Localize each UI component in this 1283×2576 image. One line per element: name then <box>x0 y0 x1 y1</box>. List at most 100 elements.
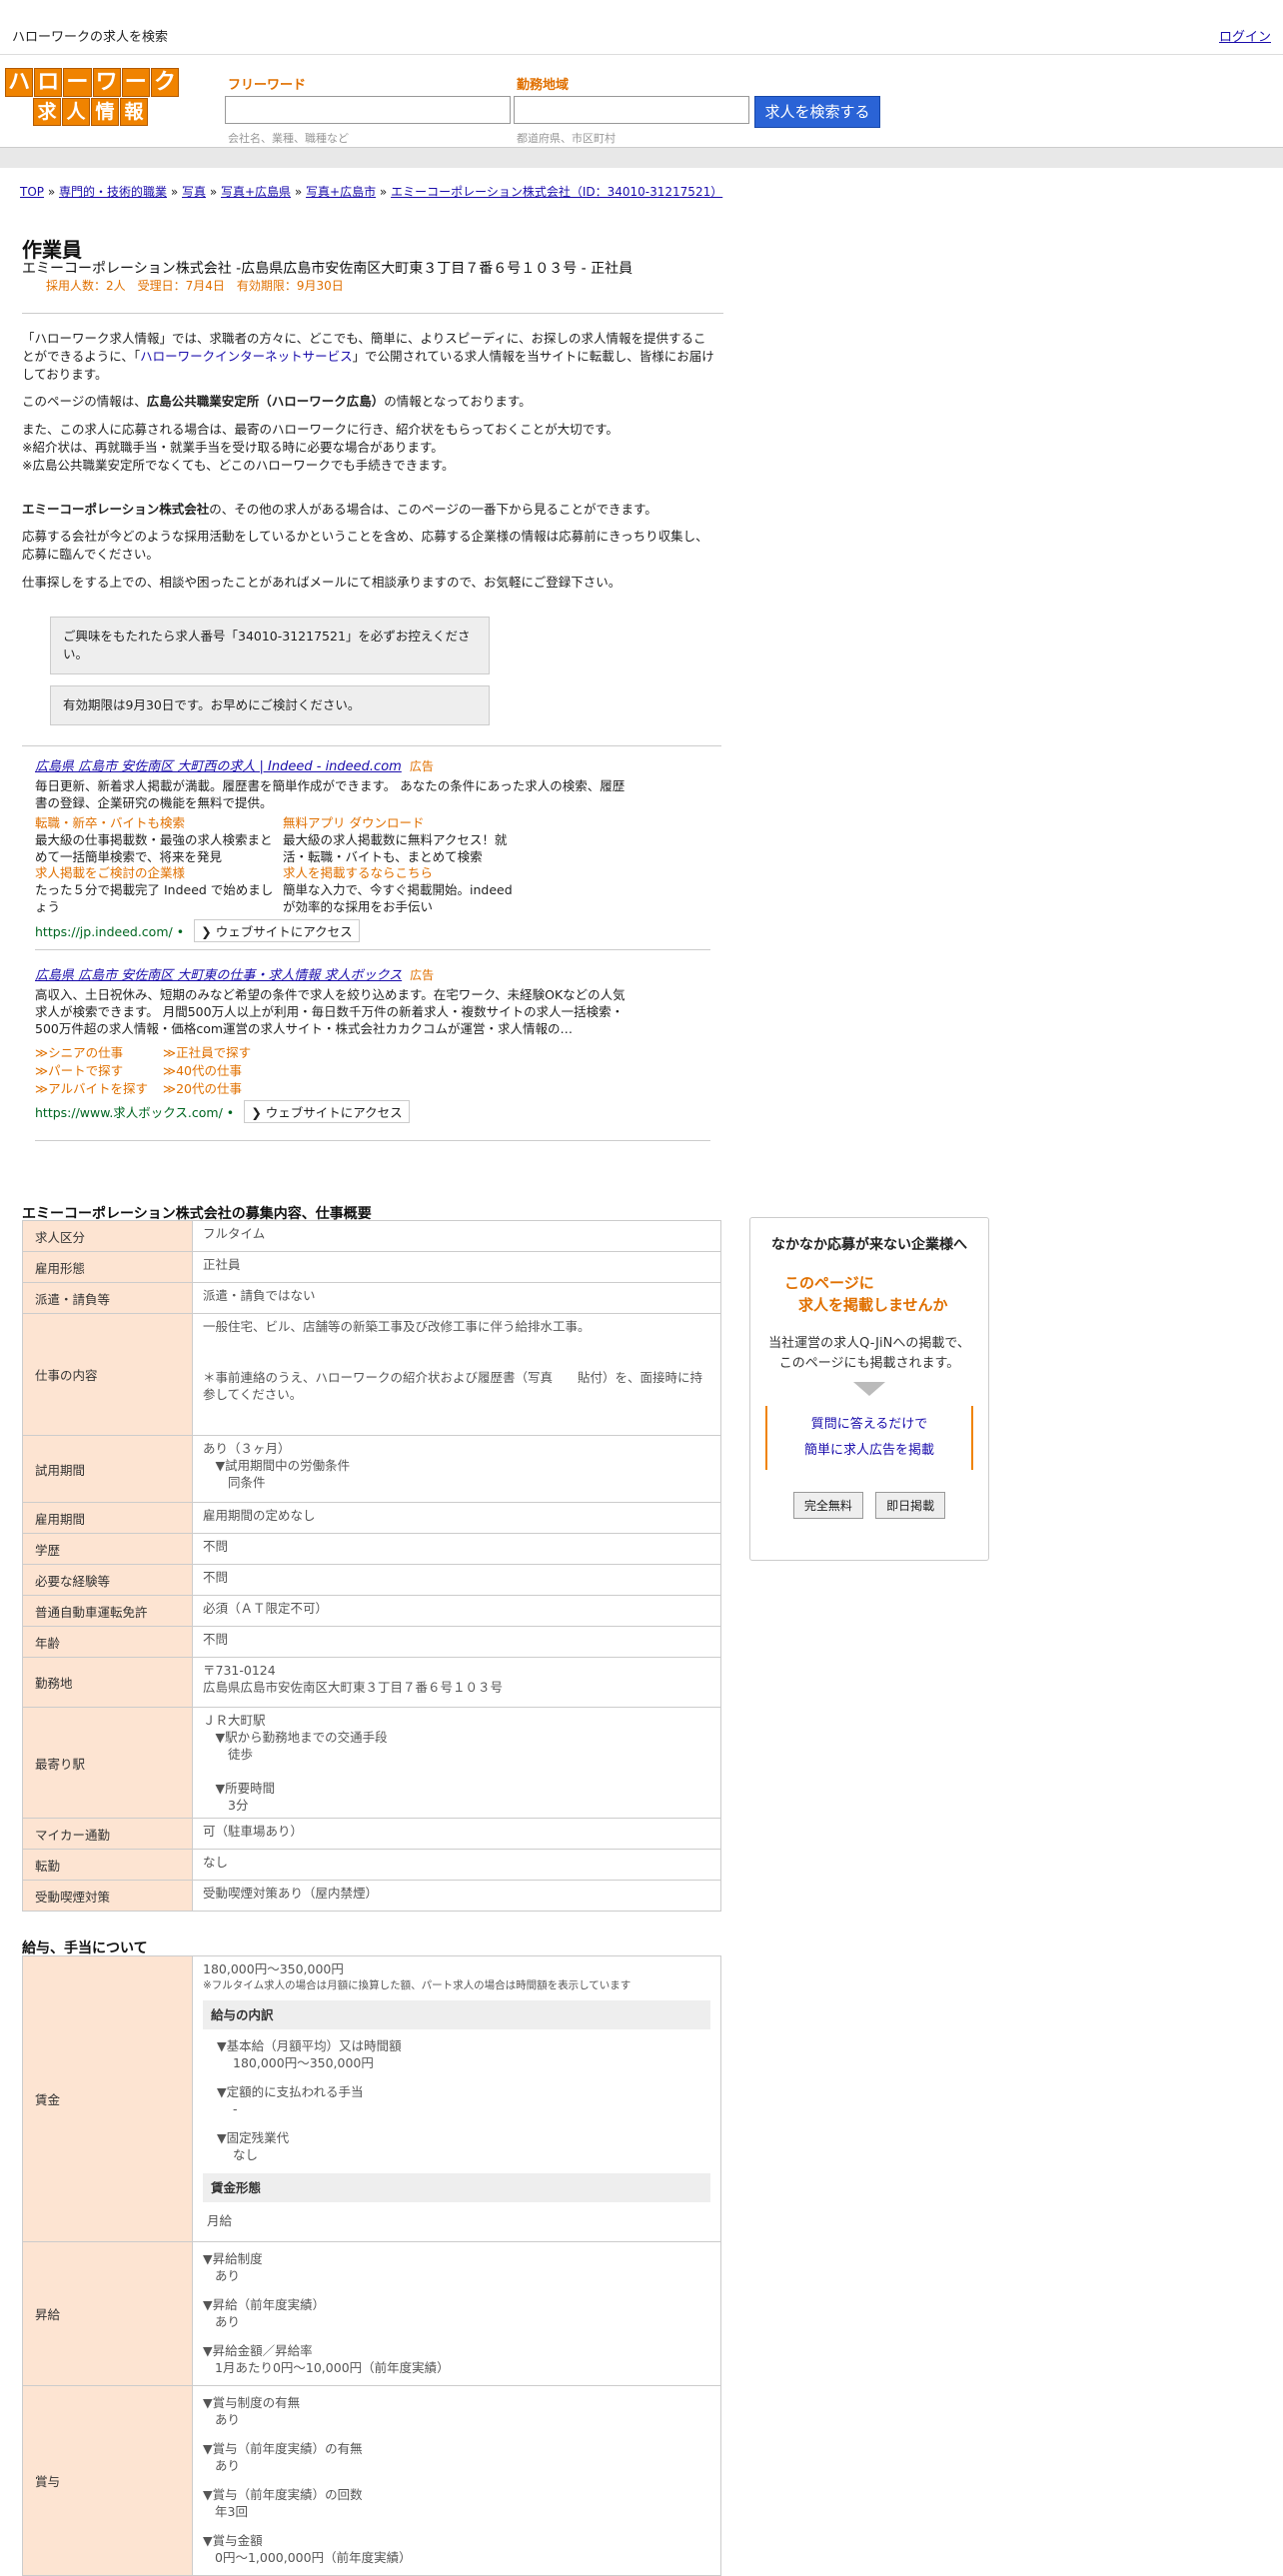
table-row: 必要な経験等 不問 <box>22 1564 721 1596</box>
table-row: 試用期間 あり（３ヶ月） ▼試用期間中の労働条件 同条件 <box>22 1435 721 1503</box>
overview-table: 求人区分 フルタイム 雇用形態 正社員 派遣・請負等 派遣・請負ではない 仕事の内容一… <box>22 1220 721 1912</box>
salary-table: 賃金 180,000円〜350,000円 ※フルタイム求人の場合は月額に換算した… <box>22 1955 721 2576</box>
ad-link[interactable]: ≫20代の仕事 <box>163 1080 323 1098</box>
table-row: 仕事の内容 一般住宅、ビル、店舗等の新築工事及び改修工事に伴う給排水工事。 ＊事前… <box>22 1313 721 1436</box>
deadline-note: 有効期限は9月30日です。お早めにご検討ください。 <box>50 685 490 725</box>
job-meta: 採用人数：2人 受理日：7月4日 有効期限：9月30日 <box>46 279 344 293</box>
divider <box>35 949 710 950</box>
promo-badges: 完全無料 即日掲載 <box>750 1492 988 1519</box>
table-row: 求人区分 フルタイム <box>22 1220 721 1252</box>
wage-form-heading: 賃金形態 <box>203 2173 710 2202</box>
breadcrumb-occupation[interactable]: 写真 <box>182 185 206 199</box>
wage-range: 180,000円〜350,000円 <box>203 1961 344 1976</box>
ad-description: 毎日更新、新着求人掲載が満載。履歴書を簡単作成ができます。 あなたの条件にあった… <box>35 778 626 810</box>
job-number-note: ご興味をもたれたら求人番号「34010-31217521」を必ずお控えください。 <box>50 617 490 674</box>
ad-sitelink[interactable]: 求人掲載をご検討の企業様 <box>35 865 283 881</box>
ad-kyujinbox: 広島県 広島市 安佐南区 大町東の仕事・求人情報 求人ボックス 広告 高収入、土日… <box>35 964 635 1123</box>
ad-badge: 広告 <box>410 968 435 982</box>
arrow-down-icon <box>853 1382 885 1396</box>
wage-note: ※フルタイム求人の場合は月額に換算した額、パート求人の場合は時間額を表示していま… <box>203 1979 632 1991</box>
wage-breakdown-heading: 給与の内訳 <box>203 2000 710 2029</box>
ad-title-link[interactable]: 広島県 広島市 安佐南区 大町東の仕事・求人情報 求人ボックス <box>35 968 402 983</box>
table-row: 最寄り駅 ＪＲ大町駅 ▼駅から勤務地までの交通手段 徒歩 ▼所要時間 3分 <box>22 1707 721 1819</box>
table-row: 雇用形態 正社員 <box>22 1251 721 1283</box>
ad-url[interactable]: https://jp.indeed.com/ <box>35 924 173 939</box>
ad-links: ≫シニアの仕事 ≫パートで探す ≫アルバイトを探す ≫正社員で探す ≫40代の仕… <box>35 1044 635 1098</box>
intro-paragraph-6: 仕事探しをする上での、相談や困ったことがあればメールにて相談承りますので、お気軽… <box>22 575 622 590</box>
chevron-right-icon: ❯ <box>251 1105 262 1120</box>
top-bar: ハローワークの求人を検索 ログイン <box>0 0 1283 55</box>
ad-sitelink[interactable]: 転職・新卒・バイトも検索 <box>35 815 283 831</box>
breadcrumb-company[interactable]: エミーコーポレーション株式会社（ID：34010-31217521） <box>391 185 722 199</box>
table-row: 賞与 ▼賞与制度の有無 あり ▼賞与（前年度実績）の有無 あり ▼賞与（前年度実… <box>22 2385 721 2576</box>
ad-url[interactable]: https://www.求人ボックス.com/ <box>35 1105 223 1120</box>
breadcrumb-category[interactable]: 専門的・技術的職業 <box>59 185 167 199</box>
table-row: 普通自動車運転免許 必須（ＡＴ限定不可） <box>22 1595 721 1627</box>
table-row: 賃金 180,000円〜350,000円 ※フルタイム求人の場合は月額に換算した… <box>22 1955 721 2242</box>
job-subtitle: エミーコーポレーション株式会社 -広島県広島市安佐南区大町東３丁目７番６号１０３… <box>22 261 634 277</box>
location-hint: 都道府県、市区町村 <box>517 132 616 145</box>
logo-row-1: ハローワーク <box>5 68 180 97</box>
chevron-right-icon: ❯ <box>201 924 212 939</box>
free-badge[interactable]: 完全無料 <box>792 1492 863 1519</box>
ad-url-dot-icon: • <box>172 924 185 939</box>
table-row: 昇給 ▼昇給制度 あり ▼昇給（前年度実績） あり ▼昇給金額／昇給率 1月あた… <box>22 2241 721 2386</box>
keyword-input[interactable] <box>225 96 511 124</box>
ad-title-link[interactable]: 広島県 広島市 安佐南区 大町西の求人 | Indeed - indeed.co… <box>35 759 402 774</box>
promo-description: 当社運営の求人Q-JiNへの掲載で、このページにも掲載されます。 <box>768 1336 970 1371</box>
visit-website-button[interactable]: ❯ ウェブサイトにアクセス <box>244 1100 410 1123</box>
ad-url-dot-icon: • <box>222 1105 235 1120</box>
visit-website-button[interactable]: ❯ ウェブサイトにアクセス <box>194 919 360 942</box>
table-row: 受動喫煙対策 受動喫煙対策あり（屋内禁煙） <box>22 1880 721 1912</box>
promo-offer: このページに 求人を掲載しませんか <box>784 1274 948 1314</box>
site-logo[interactable]: ハローワーク 求人情報 <box>5 68 180 126</box>
promo-link-post-ad[interactable]: 簡単に求人広告を掲載 <box>767 1438 971 1464</box>
ad-badge: 広告 <box>409 759 434 773</box>
search-button[interactable]: 求人を検索する <box>754 96 880 128</box>
intro-paragraph-1: 「ハローワーク求人情報」では、求職者の方々に、どこでも、簡単に、よりスピーディに… <box>22 331 714 382</box>
promo-title: なかなか応募が来ない企業様へ <box>771 1237 967 1253</box>
intro-paragraph-3: また、この求人に応募される場合は、最寄のハローワークに行き、紹介状をもらっておく… <box>22 422 619 473</box>
divider <box>22 745 721 746</box>
table-row: 派遣・請負等 派遣・請負ではない <box>22 1282 721 1314</box>
table-row: 年齢 不問 <box>22 1626 721 1658</box>
promo-cta: 質問に答えるだけで 簡単に求人広告を掲載 <box>765 1406 973 1470</box>
ad-link[interactable]: ≫パートで探す <box>35 1062 163 1080</box>
intro-paragraph-4: エミーコーポレーション株式会社の、その他の求人がある場合は、このページの一番下か… <box>22 502 657 517</box>
divider <box>35 1140 710 1141</box>
site-label: ハローワークの求人を検索 <box>12 30 169 45</box>
location-input[interactable] <box>514 96 749 124</box>
ad-link[interactable]: ≫シニアの仕事 <box>35 1044 163 1062</box>
header-divider <box>0 147 1283 168</box>
ad-link[interactable]: ≫アルバイトを探す <box>35 1080 163 1098</box>
table-row: 勤務地 〒731-0124 広島県広島市安佐南区大町東３丁目７番６号１０３号 <box>22 1657 721 1708</box>
login-link[interactable]: ログイン <box>1219 26 1271 45</box>
ad-sitelink[interactable]: 無料アプリ ダウンロード <box>283 815 523 831</box>
keyword-hint: 会社名、業種、職種など <box>228 132 349 145</box>
salary-heading: 給与、手当について <box>22 1940 148 1956</box>
breadcrumb-top[interactable]: TOP <box>20 185 44 199</box>
location-label: 勤務地域 <box>517 78 570 93</box>
table-row: マイカー通勤 可（駐車場あり） <box>22 1818 721 1850</box>
intro-paragraph-2: このページの情報は、広島公共職業安定所（ハローワーク広島）の情報となっております… <box>22 394 532 409</box>
employer-promo-box: なかなか応募が来ない企業様へ このページに 求人を掲載しませんか 当社運営の求人… <box>749 1217 989 1561</box>
same-day-badge[interactable]: 即日掲載 <box>875 1492 946 1519</box>
ad-link[interactable]: ≫正社員で探す <box>163 1044 323 1062</box>
logo-row-2: 求人情報 <box>33 98 180 126</box>
keyword-label: フリーワード <box>228 78 307 93</box>
divider <box>22 313 723 314</box>
ad-sitelinks: 転職・新卒・バイトも検索 最大級の仕事掲載数・最強の求人検索まとめて一括簡単検索… <box>35 815 635 915</box>
ad-indeed: 広島県 広島市 安佐南区 大町西の求人 | Indeed - indeed.co… <box>35 755 635 942</box>
breadcrumb: TOP » 専門的・技術的職業 » 写真 » 写真+広島県 » 写真+広島市 »… <box>20 185 723 199</box>
ad-description: 高収入、土日祝休み、短期のみなど希望の条件で求人を絞り込めます。在宅ワーク、未経… <box>35 987 626 1036</box>
ad-link[interactable]: ≫40代の仕事 <box>163 1062 323 1080</box>
breadcrumb-prefecture[interactable]: 写真+広島県 <box>221 185 291 199</box>
ad-sitelink[interactable]: 求人を掲載するならこちら <box>283 865 523 881</box>
table-row: 雇用期間 雇用期間の定めなし <box>22 1502 721 1534</box>
hellowork-internet-link[interactable]: ハローワークインターネットサービス <box>140 349 353 364</box>
intro-paragraph-5: 応募する会社が今どのような採用活動をしているかということを含め、応募する企業様の… <box>22 529 708 562</box>
table-row: 転勤 なし <box>22 1849 721 1881</box>
table-row: 学歴 不問 <box>22 1533 721 1565</box>
promo-link-question[interactable]: 質問に答えるだけで <box>767 1412 971 1438</box>
breadcrumb-city[interactable]: 写真+広島市 <box>306 185 376 199</box>
